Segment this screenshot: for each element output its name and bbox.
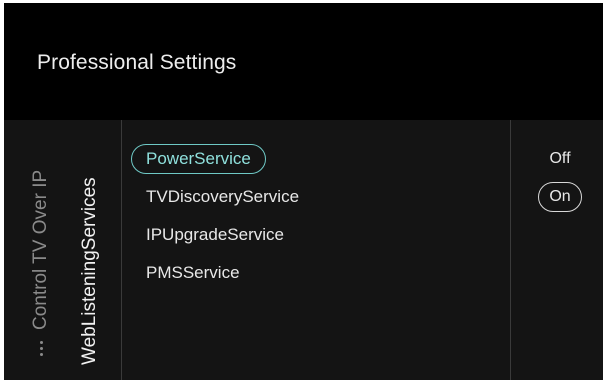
menu-item-label: PMSService [146,263,240,282]
menu-item-ipupgradeservice[interactable]: IPUpgradeService [131,216,511,254]
option-label: On [538,182,582,212]
menu-item-label: IPUpgradeService [146,225,284,244]
option-off[interactable]: Off [517,140,603,178]
service-menu: PowerService TVDiscoveryService IPUpgrad… [131,140,511,292]
column-divider [121,120,122,380]
menu-item-label: PowerService [131,144,266,174]
tv-screen: Professional Settings Control TV Over IP… [4,3,603,380]
breadcrumb-current: WebListeningServices [79,177,100,365]
menu-item-powerservice[interactable]: PowerService [131,140,511,178]
page-title: Professional Settings [37,51,237,74]
menu-item-tvdiscoveryservice[interactable]: TVDiscoveryService [131,178,511,216]
menu-item-label: TVDiscoveryService [146,187,300,206]
option-on[interactable]: On [517,178,603,216]
breadcrumb-parent[interactable]: Control TV Over IP [30,170,52,330]
option-list: Off On [517,140,603,216]
menu-item-pmsservice[interactable]: PMSService [131,254,511,292]
option-label: Off [549,150,571,167]
vertical-ellipsis-icon[interactable] [40,339,44,357]
